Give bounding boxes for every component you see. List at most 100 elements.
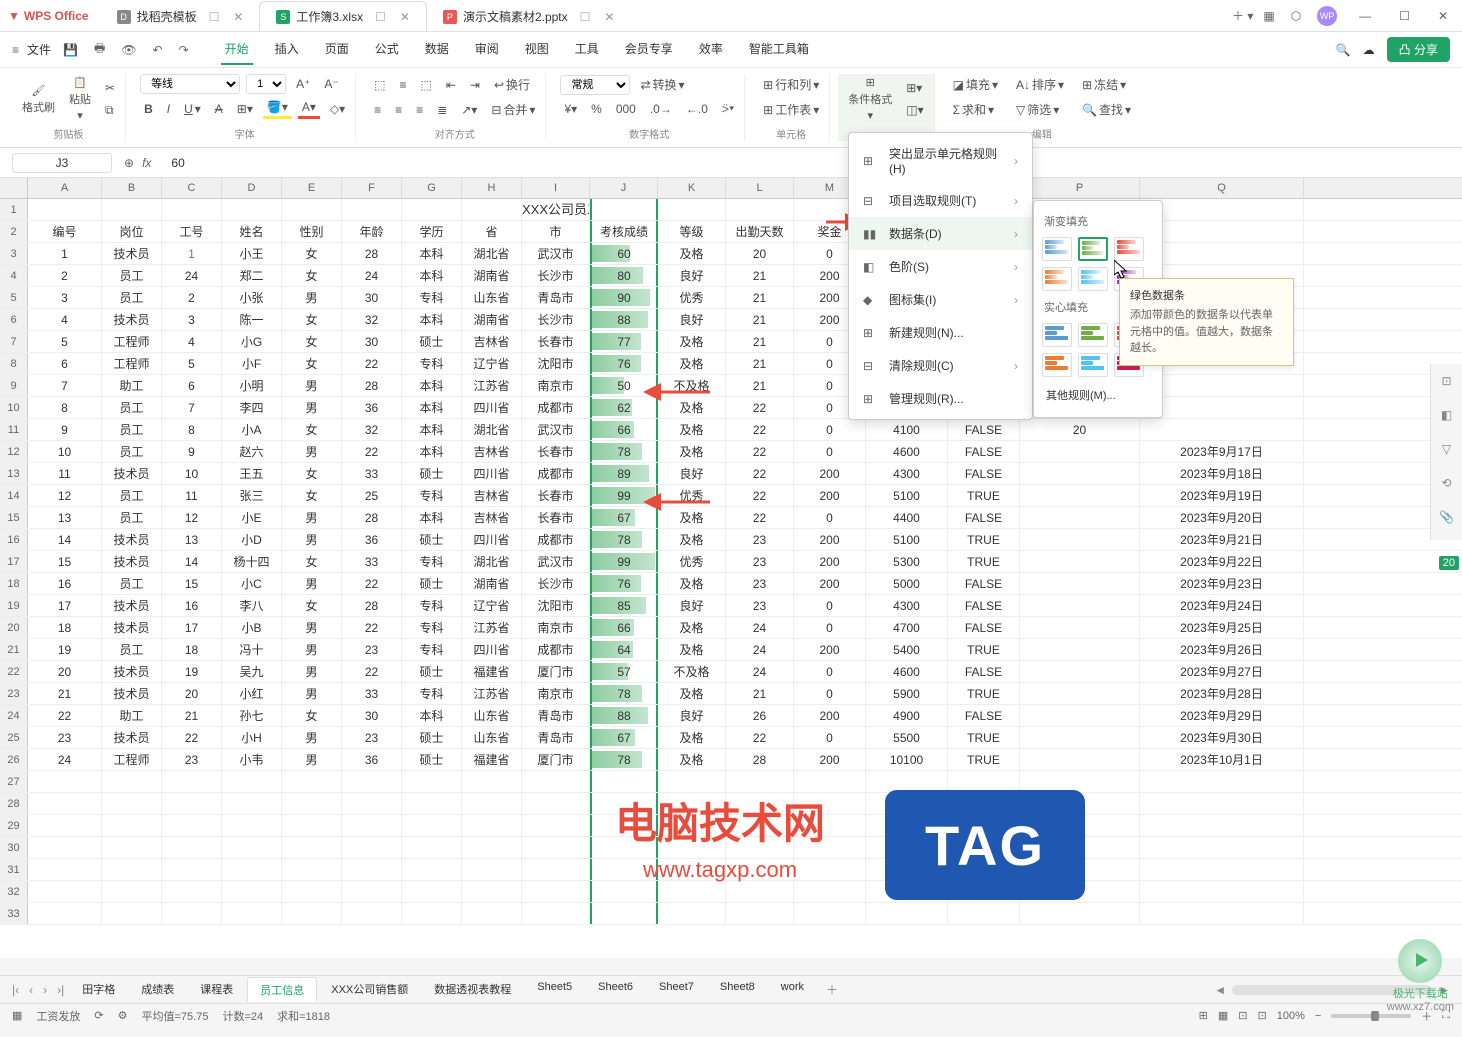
cell[interactable]: 76 [590,573,658,594]
sort-button[interactable]: A↓ 排序▾ [1012,74,1068,95]
row-header[interactable]: 11 [0,419,28,440]
cell[interactable]: 省 [462,221,522,242]
cell[interactable] [1020,749,1140,770]
search-icon[interactable]: 🔍 [1336,43,1351,57]
paste-button[interactable]: 📋粘贴▾ [65,74,95,124]
cell[interactable] [726,199,794,220]
cf-clear-rules[interactable]: ⊟清除规则(C)› [849,349,1032,382]
cell[interactable] [1140,903,1304,924]
cell[interactable]: 12 [28,485,102,506]
ribbon-tab[interactable]: 视图 [521,34,553,65]
cell[interactable]: 工程师 [102,749,162,770]
cell[interactable] [1140,419,1304,440]
cell[interactable] [282,793,342,814]
cell[interactable]: 湖北省 [462,419,522,440]
cell[interactable] [402,903,462,924]
cell[interactable]: 本科 [402,243,462,264]
cell[interactable]: 及格 [658,749,726,770]
cell[interactable] [162,815,222,836]
document-tab[interactable]: P演示文稿素材2.pptx☐✕ [427,2,631,31]
cell[interactable]: 专科 [402,485,462,506]
cell[interactable]: 员工 [102,573,162,594]
cell[interactable] [1020,617,1140,638]
increase-font-icon[interactable]: A⁺ [292,75,314,93]
cell[interactable]: 硕士 [402,529,462,550]
cell[interactable]: 2023年9月27日 [1140,661,1304,682]
cell[interactable] [522,815,590,836]
side-filter-icon[interactable]: ▽ [1437,442,1457,462]
cell[interactable] [402,837,462,858]
cell[interactable]: 5100 [866,529,948,550]
fill-color-icon[interactable]: 🪣▾ [263,98,292,119]
cell[interactable]: 24 [726,617,794,638]
row-header[interactable]: 20 [0,617,28,638]
cell[interactable]: 武汉市 [522,243,590,264]
sheet-tab[interactable]: 员工信息 [247,977,317,1002]
sheet-nav-last[interactable]: ›| [53,983,68,997]
cell[interactable]: 武汉市 [522,551,590,572]
cell[interactable] [402,771,462,792]
cell[interactable]: 男 [282,573,342,594]
row-header[interactable]: 24 [0,705,28,726]
font-color-icon[interactable]: A▾ [298,98,320,119]
cell[interactable]: 武汉市 [522,419,590,440]
cell[interactable]: 专科 [402,639,462,660]
column-header[interactable]: C [162,178,222,198]
cell[interactable]: 4 [28,309,102,330]
cell[interactable] [522,881,590,902]
cell[interactable]: 小C [222,573,282,594]
cell[interactable]: 性别 [282,221,342,242]
cell[interactable]: 22 [342,617,402,638]
cell[interactable]: 2023年9月17日 [1140,441,1304,462]
print-icon[interactable]: 🖶 [90,37,109,62]
cell[interactable] [866,903,948,924]
cell[interactable]: FALSE [948,463,1020,484]
view-normal-icon[interactable]: ⊞ [1199,1009,1208,1022]
cell[interactable]: 90 [590,287,658,308]
cell[interactable]: 江苏省 [462,375,522,396]
cell[interactable]: 及格 [658,683,726,704]
cell[interactable] [342,859,402,880]
tab-close-icon[interactable]: ✕ [233,10,243,24]
justify-icon[interactable]: ≣ [433,101,451,119]
cell[interactable]: 员工 [102,507,162,528]
cell[interactable]: 19 [28,639,102,660]
cell[interactable]: 女 [282,265,342,286]
cell[interactable]: 62 [590,397,658,418]
cell[interactable]: 21 [726,331,794,352]
sheet-tab[interactable]: Sheet8 [708,977,767,1002]
row-header[interactable]: 7 [0,331,28,352]
cell[interactable]: 78 [590,529,658,550]
cell[interactable]: 5300 [866,551,948,572]
cell[interactable] [948,771,1020,792]
row-header[interactable]: 1 [0,199,28,220]
cell[interactable]: 冯十 [222,639,282,660]
cell[interactable] [102,859,162,880]
cell[interactable]: 21 [726,265,794,286]
cell[interactable]: 22 [726,419,794,440]
dec-decimal-icon[interactable]: ←.0 [682,100,712,118]
cell[interactable] [794,881,866,902]
cell[interactable] [282,837,342,858]
zoom-cell-icon[interactable]: ⊕ [124,156,134,170]
cell[interactable] [222,859,282,880]
cell[interactable]: 等级 [658,221,726,242]
solid-orange-swatch[interactable] [1042,353,1072,377]
cell[interactable]: 3 [162,309,222,330]
cell[interactable]: 本科 [402,419,462,440]
cell[interactable]: 长沙市 [522,573,590,594]
cell[interactable]: 200 [794,463,866,484]
cell[interactable]: 员工 [102,265,162,286]
cell[interactable]: 0 [794,595,866,616]
cell[interactable]: 本科 [402,507,462,528]
column-header[interactable]: L [726,178,794,198]
user-avatar[interactable]: WP [1317,6,1337,26]
format-painter-button[interactable]: 🖌格式刷 [18,82,59,117]
tab-close-icon[interactable]: ✕ [400,10,410,24]
column-header[interactable]: H [462,178,522,198]
cell[interactable]: 2023年9月22日 [1140,551,1304,572]
cell[interactable]: 30 [342,331,402,352]
cell[interactable] [658,881,726,902]
cell[interactable]: 78 [590,683,658,704]
cell[interactable]: 32 [342,309,402,330]
